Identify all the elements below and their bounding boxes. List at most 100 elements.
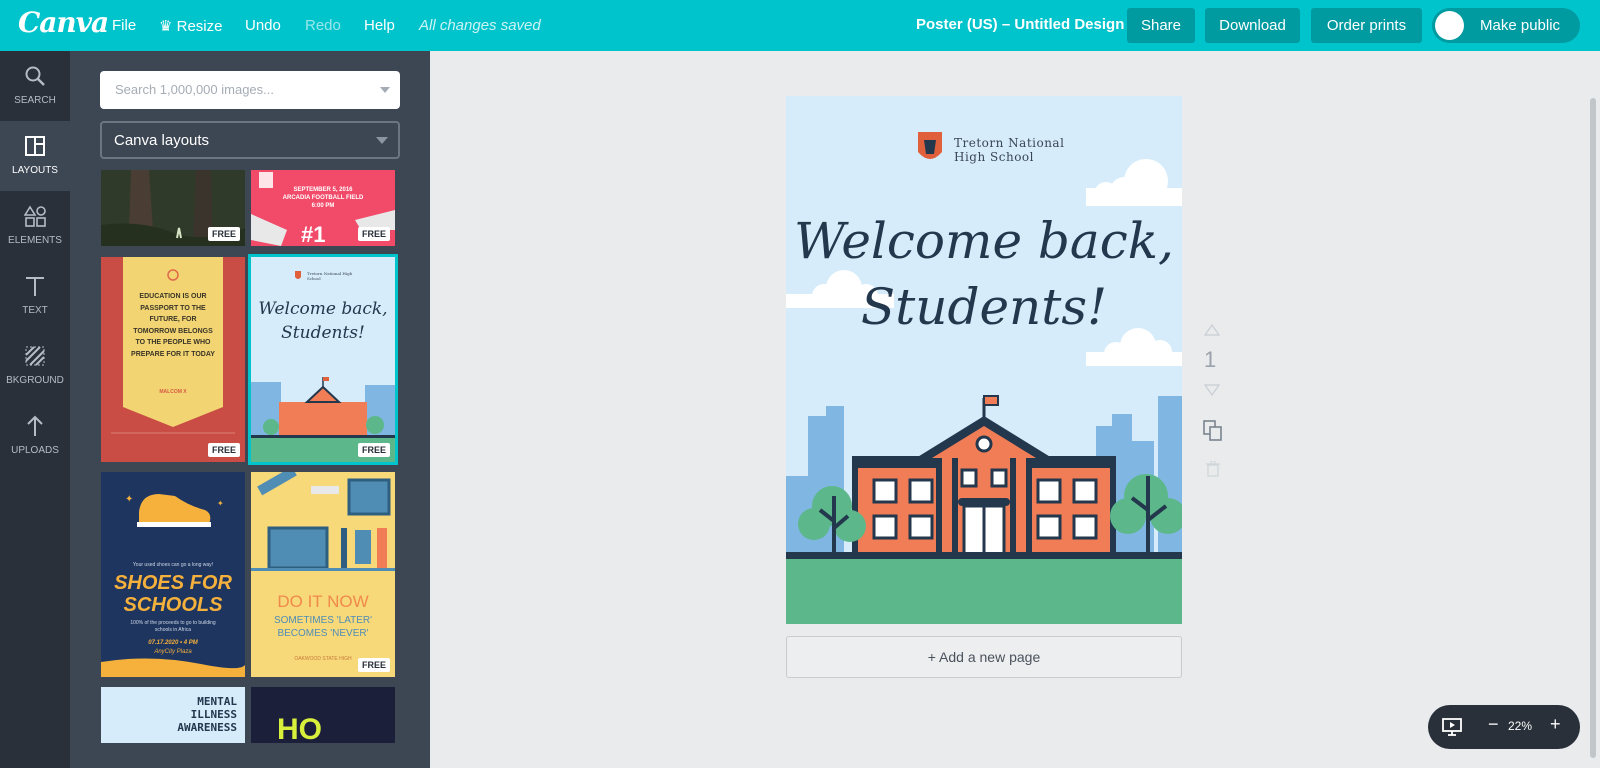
- document-title[interactable]: Poster (US) – Untitled Design: [916, 16, 1124, 33]
- move-page-up-icon[interactable]: [1204, 324, 1220, 336]
- chevron-down-icon[interactable]: [380, 87, 390, 93]
- thumb-football-line2: ARCADIA FOOTBALL FIELD: [282, 195, 364, 201]
- poster-headline-line1: Welcome back,: [794, 212, 1174, 270]
- zoom-in-button[interactable]: +: [1550, 714, 1561, 735]
- nav-uploads-label: UPLOADS: [11, 445, 59, 456]
- elements-icon: [24, 205, 46, 227]
- thumb-shoes-place: AnyCity Plaza: [154, 649, 192, 655]
- thumb-ho-text: HO: [277, 713, 322, 743]
- order-prints-button[interactable]: Order prints: [1311, 8, 1422, 43]
- toggle-knob: [1435, 11, 1464, 40]
- thumb-mental-line1: MENTAL: [197, 695, 237, 708]
- thumb-quote-text: EDUCATION IS OUR PASSPORT TO THE FUTURE,…: [131, 293, 215, 358]
- thumb-doit-sub2: BECOMES 'NEVER': [277, 628, 369, 639]
- free-badge: FREE: [357, 443, 390, 457]
- canva-logo[interactable]: Canva: [18, 6, 109, 39]
- free-badge: FREE: [207, 227, 240, 241]
- poster-school-line2: High School: [954, 150, 1034, 164]
- delete-page-icon[interactable]: [1206, 461, 1220, 477]
- search-placeholder: Search 1,000,000 images...: [115, 82, 274, 97]
- thumb-welcome-line2: Students!: [281, 323, 365, 343]
- file-menu[interactable]: File: [112, 17, 136, 34]
- resize-label: Resize: [176, 18, 223, 35]
- resize-menu[interactable]: ♛ Resize: [159, 17, 222, 35]
- present-icon[interactable]: [1442, 717, 1462, 737]
- layout-thumb-forest[interactable]: FREE: [101, 170, 245, 246]
- left-nav: SEARCH LAYOUTS ELEMENTS TEXT BKGROUND UP…: [0, 51, 70, 768]
- download-button[interactable]: Download: [1205, 8, 1300, 43]
- nav-elements[interactable]: ELEMENTS: [0, 191, 70, 261]
- thumb-shoes-body: 100% of the proceeds to go to building s…: [130, 620, 216, 633]
- layout-thumb-ho[interactable]: HO: [251, 687, 395, 743]
- layout-thumb-football[interactable]: #1 SEPTEMBER 5, 2016 ARCADIA FOOTBALL FI…: [251, 170, 395, 246]
- chevron-down-icon: [376, 137, 388, 144]
- zoom-out-button[interactable]: −: [1488, 714, 1499, 735]
- poster-illustration: [786, 132, 1182, 624]
- add-page-button[interactable]: + Add a new page: [786, 636, 1182, 678]
- free-badge: FREE: [357, 227, 390, 241]
- poster-headline[interactable]: Welcome back, Students!: [786, 208, 1182, 340]
- thumb-mental-line2: ILLNESS: [190, 708, 237, 721]
- free-badge: FREE: [357, 658, 390, 672]
- nav-layouts[interactable]: LAYOUTS: [0, 121, 70, 191]
- layout-thumb-welcome-selected[interactable]: Tretorn National High School Welcome bac…: [248, 254, 398, 465]
- crown-icon: ♛: [159, 18, 173, 35]
- poster-page[interactable]: Tretorn National High School Welcome bac…: [786, 96, 1182, 624]
- welcome-mini-graphic: [251, 271, 395, 462]
- thumb-doit-title: DO IT NOW: [277, 592, 369, 611]
- thumb-mental-line3: AWARENESS: [177, 721, 237, 734]
- thumb-shoes-date: 07.17.2020 • 4 PM: [148, 640, 198, 646]
- thumb-quote-author: MALCOM X: [159, 389, 187, 395]
- layout-source-select[interactable]: Canva layouts: [100, 121, 400, 159]
- zoom-level[interactable]: 22%: [1508, 719, 1532, 733]
- save-status: All changes saved: [419, 17, 541, 34]
- poster-headline-line2: Students!: [860, 278, 1108, 336]
- nav-text[interactable]: TEXT: [0, 261, 70, 331]
- image-search-input[interactable]: Search 1,000,000 images...: [100, 71, 400, 109]
- free-badge: FREE: [207, 443, 240, 457]
- nav-background-label: BKGROUND: [6, 375, 64, 386]
- nav-search[interactable]: SEARCH: [0, 51, 70, 121]
- layout-thumb-doit[interactable]: DO IT NOW SOMETIMES 'LATER' BECOMES 'NEV…: [251, 472, 395, 677]
- thumb-shoes-tag: Your used shoes can go a long way!: [132, 562, 214, 568]
- search-icon: [25, 66, 45, 86]
- layout-thumb-quote[interactable]: EDUCATION IS OUR PASSPORT TO THE FUTURE,…: [101, 257, 245, 462]
- layouts-icon: [25, 136, 45, 156]
- nav-layouts-label: LAYOUTS: [12, 165, 58, 176]
- nav-uploads[interactable]: UPLOADS: [0, 401, 70, 471]
- text-icon: [26, 277, 44, 296]
- thumb-doit-sub1: SOMETIMES 'LATER': [273, 615, 373, 626]
- nav-elements-label: ELEMENTS: [8, 235, 62, 246]
- help-menu[interactable]: Help: [364, 17, 395, 34]
- thumb-shoes-title2: SCHOOLS: [123, 594, 223, 616]
- share-button[interactable]: Share: [1127, 8, 1195, 43]
- thumb-football-line1: SEPTEMBER 5, 2016: [293, 187, 353, 193]
- undo-button[interactable]: Undo: [245, 17, 281, 34]
- page-number: 1: [1204, 347, 1217, 372]
- svg-text:✦: ✦: [125, 494, 133, 505]
- move-page-down-icon[interactable]: [1204, 384, 1220, 396]
- thumb-shoes-title1: SHOES FOR: [114, 572, 232, 594]
- layout-source-value: Canva layouts: [114, 132, 210, 149]
- school-supplies-graphic: [251, 472, 395, 571]
- upload-icon: [27, 415, 43, 436]
- zoom-controls: − 22% +: [1428, 705, 1580, 749]
- svg-text:✦: ✦: [217, 499, 224, 508]
- redo-button[interactable]: Redo: [305, 17, 341, 34]
- make-public-label: Make public: [1480, 17, 1561, 34]
- nav-search-label: SEARCH: [14, 95, 56, 106]
- background-icon: [25, 346, 45, 366]
- svg-text:#1: #1: [301, 222, 325, 246]
- layouts-panel: Search 1,000,000 images... Canva layouts…: [70, 51, 430, 768]
- duplicate-page-icon[interactable]: [1203, 420, 1223, 442]
- thumb-welcome-line1: Welcome back,: [258, 299, 388, 319]
- layout-thumb-shoes[interactable]: ✦ ✦ Your used shoes can go a long way! S…: [101, 472, 245, 677]
- nav-background[interactable]: BKGROUND: [0, 331, 70, 401]
- poster-school-name[interactable]: Tretorn National High School: [954, 136, 1064, 164]
- thumb-welcome-school: Tretorn National High School: [307, 271, 353, 281]
- make-public-toggle[interactable]: Make public: [1432, 8, 1580, 43]
- top-bar: Canva File ♛ Resize Undo Redo Help All c…: [0, 0, 1600, 51]
- layout-thumb-mental[interactable]: MENTAL ILLNESS AWARENESS: [101, 687, 245, 743]
- vertical-scrollbar[interactable]: [1590, 98, 1596, 758]
- poster-school-line1: Tretorn National: [954, 136, 1065, 150]
